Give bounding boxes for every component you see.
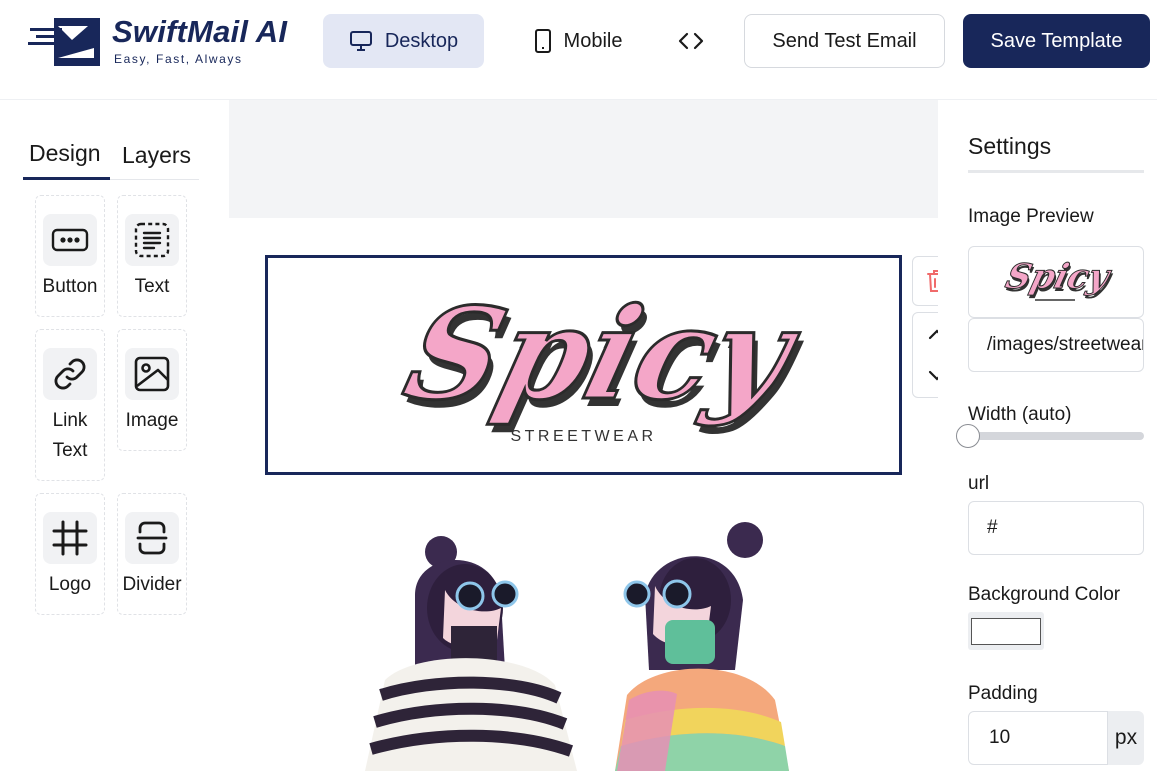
smartphone-icon [534,29,551,53]
image-icon [125,348,179,400]
logo-subtitle: STREETWEAR [510,428,657,445]
block-link-text[interactable]: Link Text [35,329,105,481]
monitor-icon [349,31,372,51]
settings-title: Settings [968,133,1052,159]
desktop-view-button[interactable]: Desktop [323,14,484,68]
text-icon [125,214,179,266]
mobile-view-label: Mobile [563,29,623,52]
brand-logo[interactable]: SwiftMail AI Easy, Fast, Always [28,14,318,74]
brand-tagline: Easy, Fast, Always [114,52,243,66]
hero-illustration[interactable] [265,490,902,771]
brand-name: SwiftMail AI [112,14,288,49]
width-slider-track[interactable] [968,432,1144,440]
tab-layers[interactable]: Layers [122,142,191,169]
active-tab-indicator [23,177,110,180]
hash-icon [43,512,97,564]
spicy-logo-thumbnail: Spicy Spicy [1001,257,1117,301]
tab-divider [110,179,199,180]
canvas-header-area[interactable] [229,100,938,218]
settings-panel: Settings Image Preview Spicy Spicy /imag… [938,100,1157,771]
desktop-view-label: Desktop [384,29,459,52]
block-label: Divider [122,574,182,595]
svg-text:Spicy: Spicy [392,281,813,429]
send-test-email-button[interactable]: Send Test Email [744,14,945,68]
color-swatch [971,618,1041,645]
background-color-label: Background Color [968,584,1121,605]
block-label: Text [134,276,170,297]
block-button[interactable]: Button [35,195,105,317]
image-path-input[interactable]: /images/streetwear [968,318,1144,372]
block-label: Link Text [52,410,88,461]
email-canvas: Spicy Spicy STREETWEAR [229,100,938,771]
selected-logo-block[interactable]: Spicy Spicy STREETWEAR [265,255,902,475]
url-input[interactable]: # [968,501,1144,555]
padding-unit: px [1108,711,1144,765]
block-label: Button [42,276,98,297]
link-icon [43,348,97,400]
code-view-button[interactable] [668,14,714,68]
width-slider-thumb[interactable] [956,424,980,448]
save-template-button[interactable]: Save Template [963,14,1150,68]
tab-design[interactable]: Design [29,140,101,167]
button-icon [43,214,97,266]
block-image[interactable]: Image [117,329,187,451]
block-logo[interactable]: Logo [35,493,105,615]
width-label: Width (auto) [968,404,1072,425]
url-label: url [968,473,990,494]
code-brackets-icon [678,32,704,50]
padding-input[interactable]: 10 [968,711,1108,765]
divider-icon [125,512,179,564]
block-label: Image [125,410,179,431]
left-panel: Design Layers Button Text Link Text Imag… [0,100,229,771]
top-bar: SwiftMail AI Easy, Fast, Always Desktop … [0,0,1157,100]
swiftmail-logo-icon [28,18,100,66]
block-label: Logo [48,574,92,595]
mobile-view-button[interactable]: Mobile [508,14,648,68]
block-divider[interactable]: Divider [117,493,187,615]
background-color-picker[interactable] [968,612,1044,650]
svg-text:Spicy: Spicy [1002,257,1116,296]
image-preview-label: Image Preview [968,206,1094,227]
block-text[interactable]: Text [117,195,187,317]
image-preview: Spicy Spicy [968,246,1144,318]
padding-label: Padding [968,683,1038,704]
settings-divider [968,170,1144,173]
